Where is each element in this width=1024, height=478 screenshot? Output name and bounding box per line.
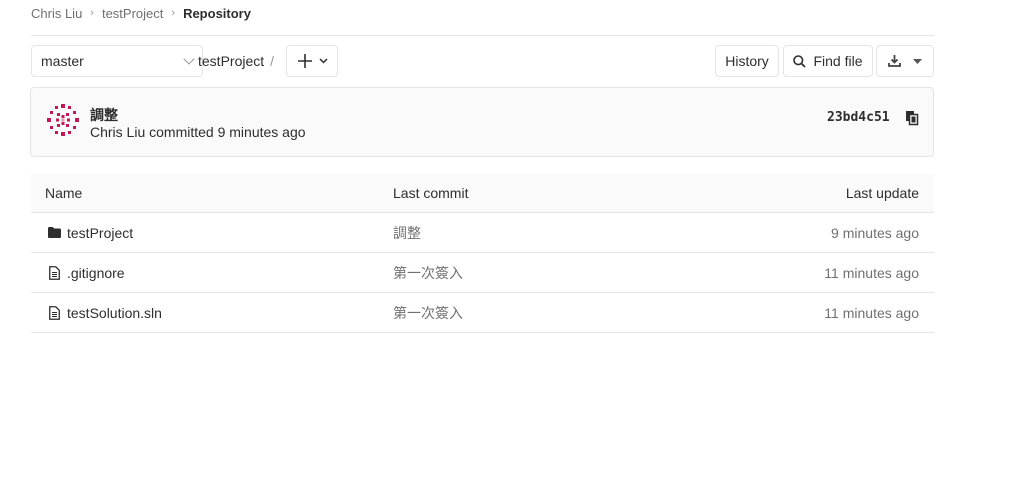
find-file-label: Find file <box>813 53 863 69</box>
branch-selector[interactable]: master <box>31 45 203 77</box>
row-commit-message[interactable]: 調整 <box>393 213 421 252</box>
plus-icon <box>297 54 312 68</box>
name-column-header: Name <box>45 185 83 201</box>
history-button[interactable]: History <box>715 45 779 77</box>
file-icon <box>47 265 61 280</box>
breadcrumb-separator-icon: › <box>90 7 94 19</box>
find-file-button[interactable]: Find file <box>783 45 873 77</box>
chevron-down-icon <box>183 53 195 65</box>
copy-icon[interactable] <box>904 110 920 126</box>
row-commit-message[interactable]: 第一次簽入 <box>393 253 463 292</box>
history-button-label: History <box>725 53 769 69</box>
add-file-dropdown[interactable] <box>286 45 338 77</box>
path-root-link[interactable]: testProject <box>198 53 264 69</box>
avatar[interactable] <box>46 103 80 137</box>
commit-title[interactable]: 調整 <box>90 105 118 125</box>
repo-path: testProject / <box>198 45 274 77</box>
row-last-update: 11 minutes ago <box>824 264 919 281</box>
commit-sha[interactable]: 23bd4c51 <box>827 110 890 125</box>
table-header: Name Last commit Last update <box>31 174 934 213</box>
chevron-down-icon <box>318 58 328 64</box>
download-icon <box>888 55 901 67</box>
caret-down-icon <box>913 58 922 64</box>
repo-toolbar: master testProject / History Find file <box>31 45 934 77</box>
table-row[interactable]: testSolution.sln 第一次簽入 11 minutes ago <box>31 293 934 333</box>
search-icon <box>793 54 807 68</box>
row-commit-message[interactable]: 第一次簽入 <box>393 293 463 332</box>
commit-author-line: Chris Liu committed 9 minutes ago <box>90 124 306 140</box>
download-dropdown[interactable] <box>876 45 934 77</box>
folder-icon <box>47 226 61 240</box>
last-commit-column-header: Last commit <box>393 185 469 201</box>
file-tree-table: Name Last commit Last update testProject… <box>31 174 934 333</box>
row-name-cell: testProject <box>47 213 133 252</box>
table-row[interactable]: .gitignore 第一次簽入 11 minutes ago <box>31 253 934 293</box>
header-divider <box>31 35 934 36</box>
breadcrumb-separator-icon: › <box>171 7 176 19</box>
row-name-cell: .gitignore <box>47 253 125 292</box>
breadcrumb-user[interactable]: Chris Liu <box>31 6 82 21</box>
last-commit-panel: 調整 Chris Liu committed 9 minutes ago 23b… <box>30 87 934 157</box>
breadcrumb-project[interactable]: testProject <box>102 6 163 21</box>
row-last-update: 9 minutes ago <box>831 224 919 241</box>
branch-name: master <box>41 53 84 69</box>
file-icon <box>47 305 61 320</box>
breadcrumb: Chris Liu › testProject › Repository <box>31 5 251 21</box>
row-last-update: 11 minutes ago <box>824 304 919 321</box>
file-name-link[interactable]: testProject <box>67 225 133 241</box>
last-update-column-header: Last update <box>845 185 919 201</box>
table-row[interactable]: testProject 調整 9 minutes ago <box>31 213 934 253</box>
file-name-link[interactable]: .gitignore <box>67 265 125 281</box>
row-name-cell: testSolution.sln <box>47 293 162 332</box>
file-name-link[interactable]: testSolution.sln <box>67 305 162 321</box>
path-separator: / <box>270 53 275 69</box>
breadcrumb-current[interactable]: Repository <box>183 6 251 21</box>
